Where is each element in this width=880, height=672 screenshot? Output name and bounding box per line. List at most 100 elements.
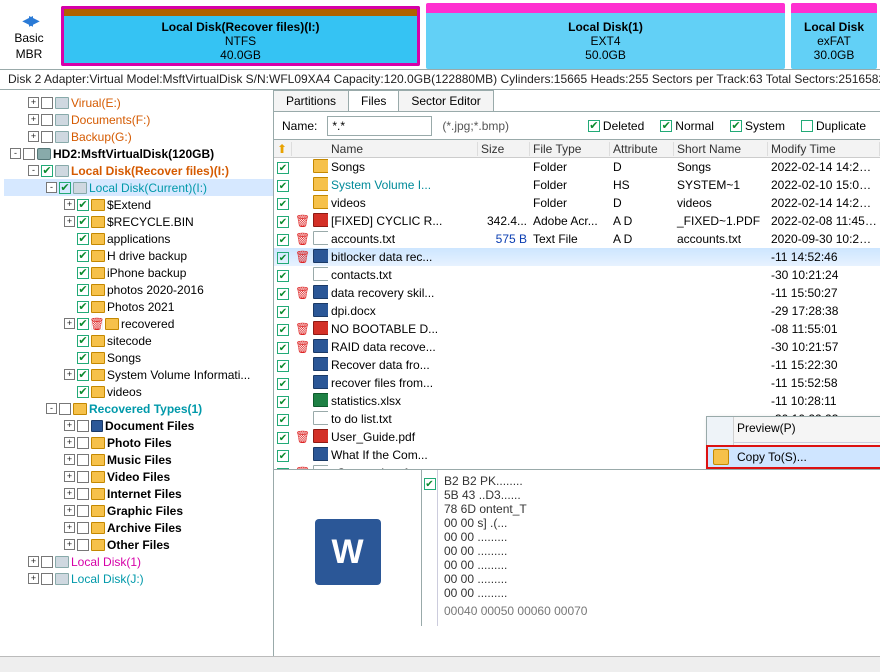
file-row[interactable]: ✔ Songs Folder D Songs 2022-02-14 14:21:… xyxy=(274,158,880,176)
filter-system[interactable]: ✔System xyxy=(730,119,785,133)
file-row[interactable]: ✔ 🗑 bitlocker data rec... -11 14:52:46 xyxy=(274,248,880,266)
expand-icon[interactable]: + xyxy=(64,420,75,431)
tree-node[interactable]: +Backup(G:) xyxy=(4,128,273,145)
expand-icon[interactable]: + xyxy=(28,573,39,584)
expand-icon[interactable]: + xyxy=(64,522,75,533)
checkbox-icon[interactable]: ✔ xyxy=(77,318,89,330)
checkbox-icon[interactable]: ✔ xyxy=(77,216,89,228)
tree-node[interactable]: ✔sitecode xyxy=(4,332,273,349)
file-row[interactable]: ✔ statistics.xlsx -11 10:28:11 xyxy=(274,392,880,410)
tree-node[interactable]: ✔Songs xyxy=(4,349,273,366)
file-row[interactable]: ✔ 🗑 [FIXED] CYCLIC R... 342.4... Adobe A… xyxy=(274,212,880,230)
checkbox-icon[interactable]: ✔ xyxy=(277,396,289,408)
checkbox-icon[interactable]: ✔ xyxy=(77,284,89,296)
tree-node[interactable]: -Recovered Types(1) xyxy=(4,400,273,417)
right-tabs[interactable]: PartitionsFilesSector Editor xyxy=(274,90,880,112)
checkbox-icon[interactable] xyxy=(77,539,89,551)
file-row[interactable]: ✔ contacts.txt -30 10:21:24 xyxy=(274,266,880,284)
tree-node[interactable]: +Virual(E:) xyxy=(4,94,273,111)
checkbox-icon[interactable] xyxy=(41,573,53,585)
tree-node[interactable]: -HD2:MsftVirtualDisk(120GB) xyxy=(4,145,273,162)
tree-node[interactable]: +✔$Extend xyxy=(4,196,273,213)
checkbox-icon[interactable]: ✔ xyxy=(277,468,289,470)
column-header[interactable]: ⬆ xyxy=(274,142,292,156)
tree-node[interactable]: +✔$RECYCLE.BIN xyxy=(4,213,273,230)
tree-node[interactable]: +Local Disk(1) xyxy=(4,553,273,570)
checkbox-icon[interactable]: ✔ xyxy=(277,432,289,444)
checkbox-icon[interactable]: ✔ xyxy=(277,360,289,372)
file-list[interactable]: ⬆NameSizeFile TypeAttributeShort NameMod… xyxy=(274,140,880,470)
checkbox-icon[interactable] xyxy=(41,556,53,568)
expand-icon[interactable]: + xyxy=(64,454,75,465)
tree-node[interactable]: +Local Disk(J:) xyxy=(4,570,273,587)
checkbox-icon[interactable]: ✔ xyxy=(277,234,289,246)
up-icon[interactable]: ⬆ xyxy=(277,142,287,156)
filter-input[interactable] xyxy=(327,116,432,136)
column-header[interactable]: File Type xyxy=(530,142,610,156)
disk-partition[interactable]: Local Disk exFAT 30.0GB xyxy=(791,3,877,69)
filter-deleted[interactable]: ✔Deleted xyxy=(588,119,644,133)
hex-check-icon[interactable]: ✔ xyxy=(422,470,438,626)
checkbox-icon[interactable]: ✔ xyxy=(277,216,289,228)
checkbox-icon[interactable]: ✔ xyxy=(77,199,89,211)
directory-tree[interactable]: +Virual(E:)+Documents(F:)+Backup(G:)-HD2… xyxy=(0,90,274,656)
column-header[interactable]: Short Name xyxy=(674,142,768,156)
expand-icon[interactable]: + xyxy=(64,199,75,210)
file-row[interactable]: ✔ recover files from... -11 15:52:58 xyxy=(274,374,880,392)
checkbox-icon[interactable]: ✔ xyxy=(77,250,89,262)
tree-node[interactable]: +Documents(F:) xyxy=(4,111,273,128)
expand-icon[interactable]: + xyxy=(64,437,75,448)
expand-icon[interactable]: + xyxy=(64,539,75,550)
file-row[interactable]: ✔ 🗑 accounts.txt 575 B Text File A D acc… xyxy=(274,230,880,248)
file-row[interactable]: ✔ Recover data fro... -11 15:22:30 xyxy=(274,356,880,374)
checkbox-icon[interactable]: ✔ xyxy=(277,198,289,210)
checkbox-icon[interactable]: ✔ xyxy=(77,267,89,279)
checkbox-icon[interactable]: ✔ xyxy=(277,378,289,390)
menu-item[interactable]: Copy To(S)... xyxy=(707,446,880,468)
tree-node[interactable]: +✔🗑recovered xyxy=(4,315,273,332)
column-header[interactable]: Modify Time xyxy=(768,142,880,156)
checkbox-icon[interactable] xyxy=(41,97,53,109)
tab-partitions[interactable]: Partitions xyxy=(273,90,349,111)
file-row[interactable]: ✔ System Volume I... Folder HS SYSTEM~1 … xyxy=(274,176,880,194)
tree-node[interactable]: -✔Local Disk(Current)(I:) xyxy=(4,179,273,196)
expand-icon[interactable]: + xyxy=(64,488,75,499)
checkbox-icon[interactable]: ✔ xyxy=(277,450,289,462)
tree-node[interactable]: +Photo Files xyxy=(4,434,273,451)
checkbox-icon[interactable] xyxy=(77,454,89,466)
disk-partition[interactable]: Local Disk(1) EXT4 50.0GB xyxy=(426,3,785,69)
checkbox-icon[interactable]: ✔ xyxy=(277,252,289,264)
checkbox-icon[interactable] xyxy=(77,505,89,517)
tree-node[interactable]: ✔photos 2020-2016 xyxy=(4,281,273,298)
expand-icon[interactable]: + xyxy=(28,114,39,125)
expand-icon[interactable]: + xyxy=(64,318,75,329)
disk-partition[interactable]: Local Disk(Recover files)(I:) NTFS 40.0G… xyxy=(61,6,420,66)
expand-icon[interactable]: + xyxy=(64,216,75,227)
expand-icon[interactable]: + xyxy=(28,131,39,142)
expand-icon[interactable]: + xyxy=(28,556,39,567)
checkbox-icon[interactable] xyxy=(77,420,89,432)
checkbox-icon[interactable]: ✔ xyxy=(77,335,89,347)
checkbox-icon[interactable]: ✔ xyxy=(77,369,89,381)
checkbox-icon[interactable] xyxy=(41,131,53,143)
tree-node[interactable]: +Archive Files xyxy=(4,519,273,536)
context-menu[interactable]: Preview(P)Copy To(S)...Copy To "Desktop"… xyxy=(706,416,880,470)
checkbox-icon[interactable]: ✔ xyxy=(277,270,289,282)
tree-node[interactable]: +✔System Volume Informati... xyxy=(4,366,273,383)
checkbox-icon[interactable]: ✔ xyxy=(77,233,89,245)
checkbox-icon[interactable]: ✔ xyxy=(277,162,289,174)
tree-node[interactable]: ✔H drive backup xyxy=(4,247,273,264)
tree-node[interactable]: +Document Files xyxy=(4,417,273,434)
checkbox-icon[interactable]: ✔ xyxy=(77,352,89,364)
file-row[interactable]: ✔ videos Folder D videos 2022-02-14 14:2… xyxy=(274,194,880,212)
checkbox-icon[interactable] xyxy=(23,148,35,160)
tree-node[interactable]: +Video Files xyxy=(4,468,273,485)
menu-item[interactable]: Preview(P) xyxy=(707,417,880,439)
tree-node[interactable]: -✔Local Disk(Recover files)(I:) xyxy=(4,162,273,179)
column-header[interactable]: Name xyxy=(328,142,478,156)
nav-arrows-icon[interactable]: ◀ ▶ xyxy=(22,12,35,29)
checkbox-icon[interactable] xyxy=(77,522,89,534)
checkbox-icon[interactable] xyxy=(77,488,89,500)
checkbox-icon[interactable] xyxy=(59,403,71,415)
expand-icon[interactable]: + xyxy=(28,97,39,108)
